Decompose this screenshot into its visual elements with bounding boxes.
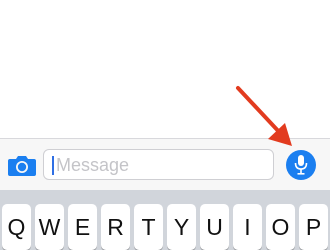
text-caret (52, 156, 54, 175)
compose-bar: Message (0, 138, 330, 190)
key-t[interactable]: T (134, 204, 163, 250)
key-q[interactable]: Q (2, 204, 31, 250)
keyboard: Q W E R T Y U I O P (0, 190, 330, 250)
camera-button[interactable] (7, 153, 37, 177)
key-r[interactable]: R (101, 204, 130, 250)
camera-icon (8, 156, 36, 176)
key-w[interactable]: W (35, 204, 64, 250)
key-e[interactable]: E (68, 204, 97, 250)
dictation-button[interactable] (286, 150, 316, 180)
key-p[interactable]: P (299, 204, 328, 250)
microphone-icon (294, 155, 308, 175)
message-placeholder: Message (56, 155, 130, 175)
key-i[interactable]: I (233, 204, 262, 250)
message-input[interactable]: Message (43, 149, 274, 180)
key-y[interactable]: Y (167, 204, 196, 250)
conversation-area (0, 0, 330, 138)
key-u[interactable]: U (200, 204, 229, 250)
keyboard-row-1: Q W E R T Y U I O P (2, 204, 328, 250)
key-o[interactable]: O (266, 204, 295, 250)
